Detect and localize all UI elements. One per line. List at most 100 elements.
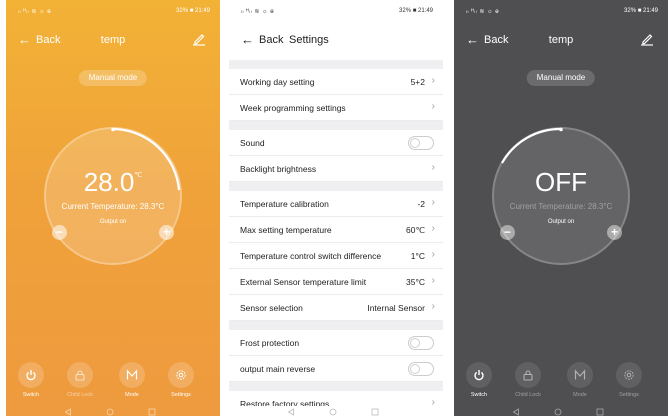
decrease-temp-button[interactable]: − (52, 225, 67, 240)
status-icons: ₗₗ ᴴₗₗ ≋ ☼ ɵ (241, 9, 275, 15)
settings-row-value: Internal Sensor (367, 303, 425, 313)
nav-home-icon[interactable] (554, 408, 562, 416)
settings-row[interactable]: Week programming settings › (229, 95, 443, 121)
tab-label: Switch (470, 392, 488, 398)
mode-badge: Manual mode (78, 70, 148, 86)
current-temperature: Current Temperature: 28.3°C (509, 202, 613, 211)
settings-row-value: 60℃ (405, 225, 425, 235)
nav-recent-icon[interactable] (371, 408, 379, 416)
toggle-switch[interactable] (408, 136, 434, 150)
power-icon (18, 362, 44, 388)
settings-row[interactable]: External Sensor temperature limit 35°C › (229, 269, 443, 295)
edit-icon[interactable] (192, 32, 206, 46)
settings-row[interactable]: output main reverse (229, 356, 443, 382)
tab-child-lock[interactable]: Child Lock (60, 362, 100, 398)
nav-back-icon[interactable] (287, 408, 295, 416)
gear-icon (616, 362, 642, 388)
bottom-tab-bar: Switch Child Lock Mode Settings (6, 362, 220, 406)
nav-recent-icon[interactable] (148, 408, 156, 416)
section-divider (229, 121, 443, 130)
lock-icon (515, 362, 541, 388)
system-nav-bar (229, 406, 443, 416)
lock-icon (67, 362, 93, 388)
section-divider (229, 60, 443, 69)
section-divider (229, 382, 443, 391)
temperature-dial[interactable]: OFF Current Temperature: 28.3°C Output o… (492, 127, 630, 265)
system-nav-bar (6, 406, 220, 416)
decrease-temp-button[interactable]: − (500, 225, 515, 240)
settings-row[interactable]: Backlight brightness › (229, 156, 443, 182)
status-icons: ₗₗ ᴴₗₗ ≋ ☼ ɵ (18, 9, 52, 15)
toggle-knob (410, 338, 420, 348)
settings-row-label: External Sensor temperature limit (240, 277, 367, 287)
settings-row[interactable]: Sound (229, 130, 443, 156)
mode-m-icon (567, 362, 593, 388)
dial-off-label: OFF (535, 167, 587, 197)
settings-row-label: output main reverse (240, 364, 316, 374)
set-temperature-value: 28.0 (83, 167, 135, 197)
settings-row[interactable]: Sensor selection Internal Sensor › (229, 295, 443, 321)
settings-row-label: Frost protection (240, 338, 300, 348)
settings-row[interactable]: Temperature control switch difference 1°C… (229, 243, 443, 269)
tab-switch[interactable]: Switch (11, 362, 51, 398)
chevron-right-icon: › (431, 223, 435, 234)
nav-home-icon[interactable] (106, 408, 114, 416)
current-temperature: Current Temperature: 28.3°C (61, 202, 165, 211)
tab-settings[interactable]: Settings (161, 362, 201, 398)
chevron-right-icon: › (431, 162, 435, 173)
tab-label: Mode (573, 392, 587, 398)
tab-settings[interactable]: Settings (609, 362, 649, 398)
settings-row[interactable]: Working day setting 5+2 › (229, 69, 443, 95)
toggle-switch[interactable] (408, 336, 434, 350)
page-title: temp (548, 34, 574, 46)
edit-icon[interactable] (640, 32, 654, 46)
toggle-switch[interactable] (408, 362, 434, 376)
page-title: Settings (289, 34, 329, 46)
chevron-right-icon: › (431, 301, 435, 312)
settings-row-label: Working day setting (240, 77, 315, 87)
nav-back-icon[interactable] (512, 408, 520, 416)
status-bar: ₗₗ ᴴₗₗ ≋ ☼ ɵ 32% ■ 21:49 (454, 0, 668, 22)
chevron-right-icon: › (431, 101, 435, 112)
chevron-right-icon: › (431, 197, 435, 208)
page-title: temp (100, 34, 126, 46)
nav-recent-icon[interactable] (596, 408, 604, 416)
status-bar: ₗₗ ᴴₗₗ ≋ ☼ ɵ 32% ■ 21:49 (229, 0, 443, 22)
tab-label: Child Lock (67, 392, 93, 398)
settings-row[interactable]: Frost protection (229, 330, 443, 356)
tab-label: Switch (22, 392, 40, 398)
status-battery-time: 32% ■ 21:49 (624, 8, 658, 14)
thermostat-screen-on: ₗₗ ᴴₗₗ ≋ ☼ ɵ 32% ■ 21:49 ← Back temp Man… (6, 0, 220, 416)
settings-row-value: 1°C (410, 251, 425, 261)
back-arrow-icon: ← (241, 32, 254, 47)
increase-temp-button[interactable]: + (607, 225, 622, 240)
tab-mode[interactable]: Mode (560, 362, 600, 398)
top-bar: ← Back temp (6, 28, 220, 54)
back-button[interactable]: ← Back (241, 33, 283, 46)
settings-row[interactable]: Temperature calibration -2 › (229, 191, 443, 217)
status-battery-time: 32% ■ 21:49 (399, 8, 433, 14)
chevron-right-icon: › (431, 249, 435, 260)
tab-switch[interactable]: Switch (459, 362, 499, 398)
mode-badge: Manual mode (526, 70, 596, 86)
temperature-dial[interactable]: 28.0℃ Current Temperature: 28.3°C Output… (44, 127, 182, 265)
top-bar: ← Back temp (454, 28, 668, 54)
settings-row-value: 5+2 (410, 77, 425, 87)
settings-row-value: 35°C (406, 277, 425, 287)
tab-label: Settings (619, 392, 639, 398)
settings-row-label: Sound (240, 138, 265, 148)
set-temperature: 28.0℃ (46, 167, 180, 198)
back-label: Back (259, 33, 284, 46)
tab-child-lock[interactable]: Child Lock (508, 362, 548, 398)
nav-home-icon[interactable] (329, 408, 337, 416)
settings-row[interactable]: Max setting temperature 60℃ › (229, 217, 443, 243)
output-status: Output on (99, 219, 127, 225)
tab-mode[interactable]: Mode (112, 362, 152, 398)
increase-temp-button[interactable]: + (159, 225, 174, 240)
status-battery-time: 32% ■ 21:49 (176, 8, 210, 14)
nav-back-icon[interactable] (64, 408, 72, 416)
mode-m-icon (119, 362, 145, 388)
settings-row-label: Sensor selection (240, 303, 303, 313)
settings-row-label: Max setting temperature (240, 225, 332, 235)
toggle-knob (410, 138, 420, 148)
